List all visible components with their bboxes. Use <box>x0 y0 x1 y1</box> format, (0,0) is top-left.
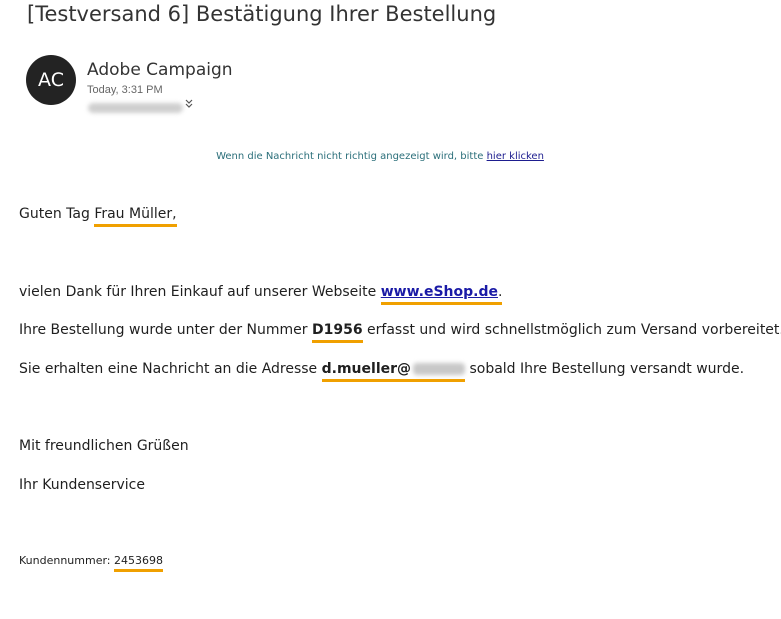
sender-avatar: AC <box>26 55 76 105</box>
thanks-line: vielen Dank für Ihren Einkauf auf unsere… <box>19 284 503 305</box>
order-line: Ihre Bestellung wurde unter der Nummer D… <box>19 322 781 343</box>
customer-number-label: Kundennummer: <box>19 554 115 567</box>
customer-number-line: Kundennummer: 2453698 <box>19 554 164 572</box>
greeting-line: Guten Tag Frau Müller, <box>19 206 177 227</box>
closing-line: Mit freundlichen Grüßen <box>19 438 189 454</box>
recipient-redacted <box>88 103 183 113</box>
signature-line: Ihr Kundenservice <box>19 477 145 493</box>
thanks-prefix: vielen Dank für Ihren Einkauf auf unsere… <box>19 284 381 300</box>
shop-link[interactable]: www.eShop.de <box>381 284 498 300</box>
display-notice: Wenn die Nachricht nicht richtig angezei… <box>0 151 760 162</box>
order-prefix: Ihre Bestellung wurde unter der Nummer <box>19 322 312 338</box>
order-suffix: erfasst und wird schnellstmöglich zum Ve… <box>362 322 781 338</box>
click-here-link[interactable]: hier klicken <box>487 151 544 162</box>
email-domain-redacted <box>413 363 466 375</box>
email-address: d.mueller@ <box>321 361 412 377</box>
customer-number: 2453698 <box>114 554 164 572</box>
email-timestamp: Today, 3:31 PM <box>87 84 163 96</box>
email-subject: [Testversand 6] Bestätigung Ihrer Bestel… <box>27 2 497 26</box>
notice-text: Wenn die Nachricht nicht richtig angezei… <box>216 151 487 162</box>
customer-name: Frau Müller <box>94 206 173 222</box>
notify-suffix: sobald Ihre Bestellung versandt wurde. <box>465 361 745 377</box>
order-number: D1956 <box>311 322 363 343</box>
notify-line: Sie erhalten eine Nachricht an die Adres… <box>19 361 744 382</box>
greeting-prefix: Guten Tag <box>19 206 95 222</box>
chevron-down-icon[interactable] <box>185 99 193 112</box>
notify-prefix: Sie erhalten eine Nachricht an die Adres… <box>19 361 322 377</box>
sender-name[interactable]: Adobe Campaign <box>87 60 233 80</box>
